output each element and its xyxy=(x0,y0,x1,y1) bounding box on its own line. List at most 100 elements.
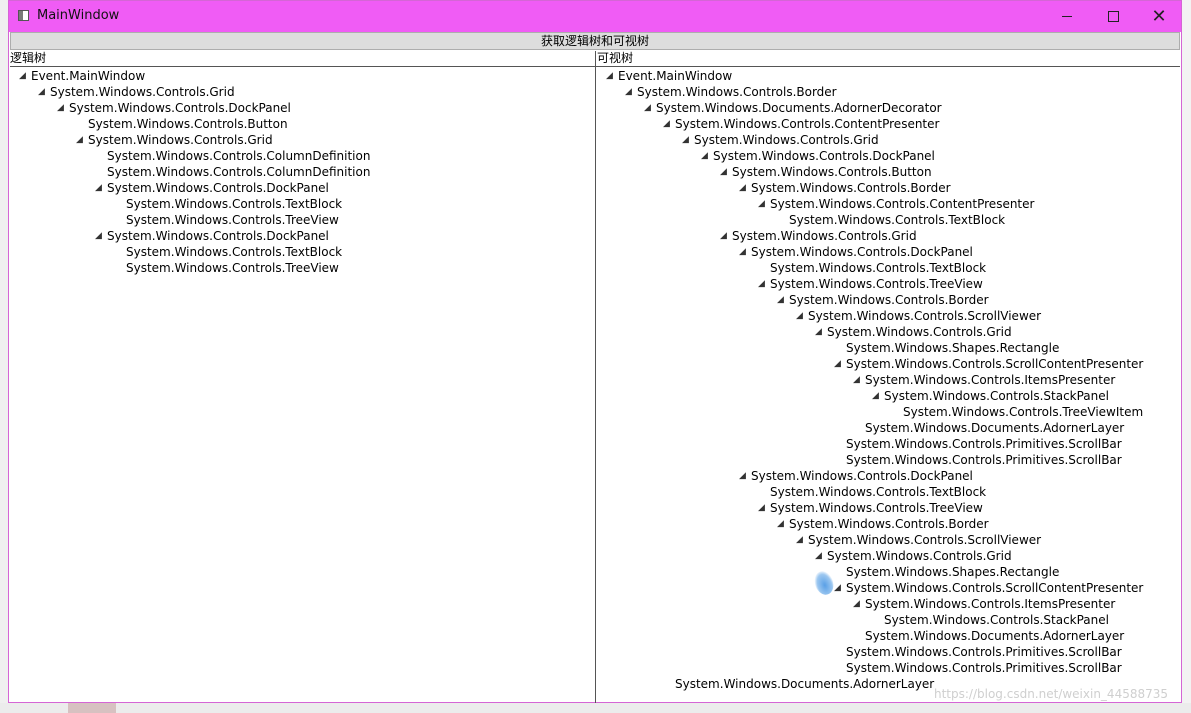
expanded-arrow-icon[interactable]: ◢ xyxy=(758,500,765,516)
tree-node[interactable]: ◢ System.Windows.Controls.ItemsPresenter xyxy=(597,596,1180,612)
tree-node[interactable]: ◢ System.Windows.Controls.DockPanel xyxy=(10,180,594,196)
logical-tree-header: 逻辑树 xyxy=(10,51,47,65)
tree-node[interactable]: System.Windows.Controls.Button xyxy=(10,116,594,132)
tree-node[interactable]: ◢ System.Windows.Controls.ContentPresente… xyxy=(597,196,1180,212)
tree-node[interactable]: ◢ System.Windows.Controls.DockPanel xyxy=(597,468,1180,484)
tree-node[interactable]: ◢ System.Windows.Controls.ScrollViewer xyxy=(597,308,1180,324)
minimize-button[interactable] xyxy=(1044,1,1090,32)
tree-node[interactable]: ◢ System.Windows.Controls.Button xyxy=(597,164,1180,180)
pane-splitter[interactable] xyxy=(595,51,596,703)
tree-node[interactable]: System.Windows.Controls.TextBlock xyxy=(10,196,594,212)
window-title: MainWindow xyxy=(37,8,120,23)
expanded-arrow-icon[interactable]: ◢ xyxy=(853,596,860,612)
tree-node[interactable]: ◢ System.Windows.Controls.DockPanel xyxy=(597,148,1180,164)
tree-node[interactable]: System.Windows.Controls.TreeView xyxy=(10,260,594,276)
tree-node[interactable]: ◢ System.Windows.Controls.ScrollContentPr… xyxy=(597,356,1180,372)
expanded-arrow-icon[interactable]: ◢ xyxy=(720,228,727,244)
tree-node[interactable]: ◢ System.Windows.Controls.Border xyxy=(597,292,1180,308)
tree-node[interactable]: System.Windows.Controls.TreeViewItem xyxy=(597,404,1180,420)
app-window-icon[interactable] xyxy=(18,10,29,21)
maximize-button[interactable] xyxy=(1090,1,1136,32)
expanded-arrow-icon[interactable]: ◢ xyxy=(853,372,860,388)
expanded-arrow-icon[interactable]: ◢ xyxy=(57,100,64,116)
expanded-arrow-icon[interactable]: ◢ xyxy=(739,180,746,196)
tree-node[interactable]: ◢ System.Windows.Controls.Grid xyxy=(10,84,594,100)
tree-node-label: System.Windows.Controls.TreeViewItem xyxy=(903,405,1144,419)
tree-node-label: System.Windows.Controls.Button xyxy=(88,117,288,131)
tree-node-label: System.Windows.Controls.TreeView xyxy=(770,277,983,291)
tree-node-label: System.Windows.Documents.AdornerDecorato… xyxy=(656,101,942,115)
tree-node[interactable]: ◢ System.Windows.Documents.AdornerDecorat… xyxy=(597,100,1180,116)
tree-node-label: System.Windows.Controls.DockPanel xyxy=(713,149,935,163)
expanded-arrow-icon[interactable]: ◢ xyxy=(815,548,822,564)
tree-node[interactable]: ◢ System.Windows.Controls.DockPanel xyxy=(597,244,1180,260)
tree-node[interactable]: System.Windows.Documents.AdornerLayer xyxy=(597,420,1180,436)
expanded-arrow-icon[interactable]: ◢ xyxy=(758,276,765,292)
tree-node[interactable]: ◢ System.Windows.Controls.Grid xyxy=(597,228,1180,244)
tree-node[interactable]: System.Windows.Controls.ColumnDefinition xyxy=(10,164,594,180)
tree-node[interactable]: ◢ System.Windows.Controls.ContentPresente… xyxy=(597,116,1180,132)
expanded-arrow-icon[interactable]: ◢ xyxy=(95,180,102,196)
tree-node[interactable]: System.Windows.Controls.Primitives.Scrol… xyxy=(597,436,1180,452)
tree-node[interactable]: ◢ System.Windows.Controls.Border xyxy=(597,516,1180,532)
expanded-arrow-icon[interactable]: ◢ xyxy=(19,68,26,84)
tree-node[interactable]: System.Windows.Controls.Primitives.Scrol… xyxy=(597,452,1180,468)
expanded-arrow-icon[interactable]: ◢ xyxy=(834,580,841,596)
tree-node[interactable]: ◢ System.Windows.Controls.DockPanel xyxy=(10,100,594,116)
expanded-arrow-icon[interactable]: ◢ xyxy=(663,116,670,132)
tree-node[interactable]: ◢ System.Windows.Controls.Grid xyxy=(597,132,1180,148)
close-button[interactable]: ✕ xyxy=(1136,1,1182,32)
tree-node[interactable]: ◢ System.Windows.Controls.Grid xyxy=(597,324,1180,340)
tree-node[interactable]: System.Windows.Controls.Primitives.Scrol… xyxy=(597,644,1180,660)
expanded-arrow-icon[interactable]: ◢ xyxy=(796,532,803,548)
expanded-arrow-icon[interactable]: ◢ xyxy=(76,132,83,148)
expanded-arrow-icon[interactable]: ◢ xyxy=(777,516,784,532)
expanded-arrow-icon[interactable]: ◢ xyxy=(95,228,102,244)
expanded-arrow-icon[interactable]: ◢ xyxy=(758,196,765,212)
tree-node[interactable]: System.Windows.Controls.ColumnDefinition xyxy=(10,148,594,164)
expanded-arrow-icon[interactable]: ◢ xyxy=(834,356,841,372)
expanded-arrow-icon[interactable]: ◢ xyxy=(872,388,879,404)
tree-node[interactable]: ◢ System.Windows.Controls.Border xyxy=(597,180,1180,196)
tree-node[interactable]: ◢ System.Windows.Controls.ScrollContentPr… xyxy=(597,580,1180,596)
tree-node[interactable]: System.Windows.Shapes.Rectangle xyxy=(597,340,1180,356)
tree-node[interactable]: ◢ System.Windows.Controls.Border xyxy=(597,84,1180,100)
tree-node[interactable]: ◢ System.Windows.Controls.ScrollViewer xyxy=(597,532,1180,548)
get-trees-button[interactable]: 获取逻辑树和可视树 xyxy=(10,32,1180,50)
tree-node-label: System.Windows.Controls.Grid xyxy=(827,549,1012,563)
expanded-arrow-icon[interactable]: ◢ xyxy=(739,244,746,260)
expanded-arrow-icon[interactable]: ◢ xyxy=(38,84,45,100)
tree-node[interactable]: System.Windows.Documents.AdornerLayer xyxy=(597,628,1180,644)
tree-node[interactable]: ◢ System.Windows.Controls.DockPanel xyxy=(10,228,594,244)
tree-node[interactable]: System.Windows.Shapes.Rectangle xyxy=(597,564,1180,580)
tree-node[interactable]: ◢ System.Windows.Controls.StackPanel xyxy=(597,388,1180,404)
tree-node[interactable]: ◢ System.Windows.Controls.Grid xyxy=(597,548,1180,564)
visual-tree-view[interactable]: ◢ Event.MainWindow ◢ System.Windows.Control… xyxy=(597,68,1180,692)
tree-node[interactable]: System.Windows.Controls.Primitives.Scrol… xyxy=(597,660,1180,676)
expanded-arrow-icon[interactable]: ◢ xyxy=(682,132,689,148)
expanded-arrow-icon[interactable]: ◢ xyxy=(796,308,803,324)
tree-node[interactable]: System.Windows.Controls.TextBlock xyxy=(10,244,594,260)
expanded-arrow-icon[interactable]: ◢ xyxy=(720,164,727,180)
logical-tree-view[interactable]: ◢ Event.MainWindow ◢ System.Windows.Control… xyxy=(10,68,594,276)
tree-node[interactable]: ◢ Event.MainWindow xyxy=(597,68,1180,84)
tree-node[interactable]: System.Windows.Controls.TreeView xyxy=(10,212,594,228)
tree-node[interactable]: ◢ System.Windows.Controls.TreeView xyxy=(597,276,1180,292)
expanded-arrow-icon[interactable]: ◢ xyxy=(777,292,784,308)
tree-node[interactable]: System.Windows.Controls.TextBlock xyxy=(597,484,1180,500)
tree-node[interactable]: System.Windows.Controls.TextBlock xyxy=(597,260,1180,276)
tree-node[interactable]: System.Windows.Controls.StackPanel xyxy=(597,612,1180,628)
tree-node[interactable]: ◢ System.Windows.Controls.Grid xyxy=(10,132,594,148)
expanded-arrow-icon[interactable]: ◢ xyxy=(606,68,613,84)
tree-node[interactable]: System.Windows.Controls.TextBlock xyxy=(597,212,1180,228)
tree-node[interactable]: ◢ System.Windows.Controls.TreeView xyxy=(597,500,1180,516)
expanded-arrow-icon[interactable]: ◢ xyxy=(815,324,822,340)
title-bar[interactable]: MainWindow ✕ xyxy=(9,1,1181,32)
expanded-arrow-icon[interactable]: ◢ xyxy=(625,84,632,100)
tree-node-label: System.Windows.Controls.ContentPresenter xyxy=(675,117,940,131)
expanded-arrow-icon[interactable]: ◢ xyxy=(701,148,708,164)
expanded-arrow-icon[interactable]: ◢ xyxy=(739,468,746,484)
tree-node[interactable]: ◢ Event.MainWindow xyxy=(10,68,594,84)
expanded-arrow-icon[interactable]: ◢ xyxy=(644,100,651,116)
tree-node[interactable]: ◢ System.Windows.Controls.ItemsPresenter xyxy=(597,372,1180,388)
